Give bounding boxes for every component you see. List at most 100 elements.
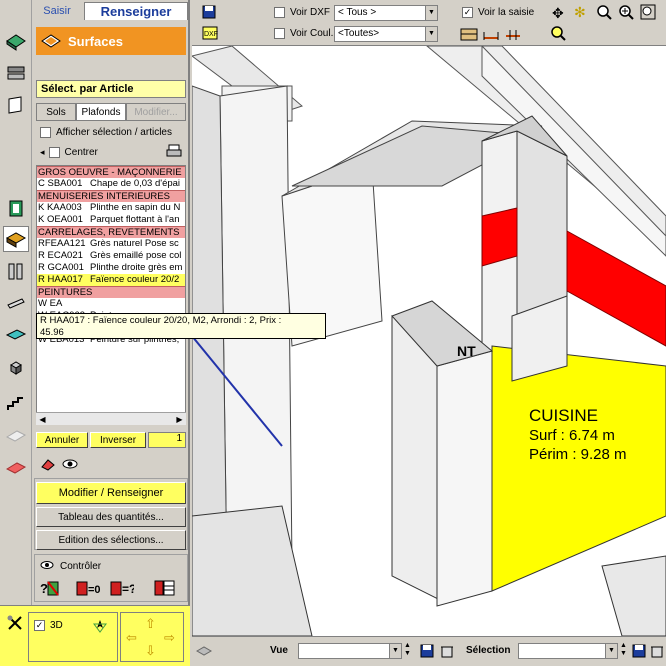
compass-icon[interactable] bbox=[92, 618, 108, 637]
list-category[interactable]: PEINTURES bbox=[37, 286, 185, 298]
eye-icon[interactable] bbox=[62, 457, 78, 474]
zoom-window-icon[interactable] bbox=[640, 4, 656, 23]
check-missing-icon[interactable]: ? bbox=[40, 579, 60, 600]
zoom-in-icon[interactable] bbox=[618, 4, 634, 23]
surface-tool-icon[interactable] bbox=[3, 28, 29, 54]
zoom-extents-icon[interactable] bbox=[550, 25, 566, 44]
list-category[interactable]: CARRELAGES, REVETEMENTS bbox=[37, 226, 185, 238]
color-select[interactable]: <Toutes> ▼ bbox=[334, 26, 438, 42]
list-item[interactable]: R HAA017 Faïence couleur 20/2 bbox=[37, 274, 185, 286]
panel-tool-icon[interactable] bbox=[3, 92, 29, 118]
select-mode-dropdown[interactable]: Sélect. par Article bbox=[36, 80, 186, 98]
show-selection-checkbox[interactable] bbox=[40, 127, 51, 138]
nav-up-arrow-icon[interactable]: ⇧ bbox=[145, 616, 156, 632]
vue-spinner-icon[interactable]: ▲ ▼ bbox=[404, 642, 411, 658]
chevron-down-icon[interactable]: ▼ bbox=[605, 644, 617, 658]
center-row[interactable]: ◂ Centrer bbox=[40, 144, 182, 158]
tab-saisir[interactable]: Saisir bbox=[32, 2, 82, 20]
column-tool-icon[interactable] bbox=[3, 258, 29, 284]
star-icon[interactable]: ✻ bbox=[574, 4, 586, 21]
view-3d-checkbox[interactable]: ✓ bbox=[34, 620, 45, 631]
print-icon[interactable] bbox=[166, 144, 182, 161]
scroll-right-arrow-icon[interactable]: ▶ bbox=[173, 413, 186, 425]
show-selection-row[interactable]: Afficher sélection / articles bbox=[40, 127, 172, 138]
save-view-icon[interactable] bbox=[420, 644, 434, 661]
table-icon[interactable] bbox=[460, 26, 478, 45]
voir-saisie-checkbox[interactable]: ✓ bbox=[462, 7, 473, 18]
tab-plafonds[interactable]: Plafonds bbox=[76, 103, 126, 121]
section-title: Surfaces bbox=[68, 33, 123, 49]
cube-tool-icon[interactable] bbox=[3, 355, 29, 381]
delete-view-icon[interactable] bbox=[440, 644, 454, 661]
selection-spinner-icon[interactable]: ▲ ▼ bbox=[620, 642, 627, 658]
layers-tool-icon[interactable] bbox=[3, 60, 29, 86]
pan-icon[interactable]: ✥ bbox=[552, 5, 564, 22]
chevron-down-icon[interactable]: ▼ bbox=[425, 6, 437, 20]
3d-viewport[interactable]: NT CUISINE Surf : 6.74 m Périm : 9.28 m bbox=[192, 46, 666, 636]
article-description: Faïence couleur 20/2 bbox=[90, 274, 180, 285]
tableau-quantites-button[interactable]: Tableau des quantités... bbox=[36, 507, 186, 527]
nav-down-arrow-icon[interactable]: ⇩ bbox=[145, 643, 156, 659]
zoom-icon[interactable] bbox=[596, 4, 612, 23]
annuler-button[interactable]: Annuler bbox=[36, 432, 88, 448]
roof-tool-icon[interactable] bbox=[3, 422, 29, 448]
article-description: Plinthe droite grès em bbox=[90, 262, 183, 273]
eraser-icon[interactable] bbox=[40, 457, 56, 474]
vue-label: Vue bbox=[270, 645, 288, 656]
voir-dxf-row[interactable]: Voir DXF bbox=[274, 7, 330, 18]
list-category[interactable]: GROS OEUVRE - MAÇONNERIE bbox=[37, 166, 185, 178]
chevron-down-icon[interactable]: ▼ bbox=[425, 27, 437, 41]
beam-tool-icon[interactable] bbox=[3, 290, 29, 316]
inverser-button[interactable]: Inverser bbox=[90, 432, 146, 448]
view-3d-row[interactable]: ✓ 3D bbox=[34, 620, 63, 631]
voir-coul-checkbox[interactable] bbox=[274, 28, 285, 39]
voir-dxf-checkbox[interactable] bbox=[274, 7, 285, 18]
list-item[interactable]: R GCA001 Plinthe droite grès em bbox=[37, 262, 185, 274]
door-tool-icon[interactable] bbox=[3, 195, 29, 221]
list-item[interactable]: C SBA001 Chape de 0,03 d'épai bbox=[37, 178, 185, 190]
article-code: W EA bbox=[38, 298, 63, 309]
dxf-export-icon[interactable]: DXF bbox=[202, 26, 218, 43]
list-horizontal-scrollbar[interactable]: ◀ ▶ bbox=[36, 412, 186, 425]
list-item[interactable]: K KAA003 Plinthe en sapin du N bbox=[37, 202, 185, 214]
tab-renseigner[interactable]: Renseigner bbox=[84, 2, 188, 20]
save-selection-icon[interactable] bbox=[632, 644, 646, 661]
zero-quantity-icon[interactable]: =0 bbox=[76, 579, 101, 600]
nav-right-arrow-icon[interactable]: ⇨ bbox=[164, 630, 175, 646]
selection-select[interactable]: ▼ bbox=[518, 643, 618, 659]
voir-coul-row[interactable]: Voir Coul. bbox=[274, 28, 333, 39]
save-icon[interactable] bbox=[202, 5, 216, 22]
tools-icon[interactable] bbox=[6, 614, 24, 635]
vue-select[interactable]: ▼ bbox=[298, 643, 402, 659]
tab-modifier[interactable]: Modifier... bbox=[126, 103, 186, 121]
dxf-layer-select[interactable]: < Tous > ▼ bbox=[334, 5, 438, 21]
voir-saisie-row[interactable]: ✓ Voir la saisie bbox=[462, 7, 534, 18]
article-list[interactable]: GROS OEUVRE - MAÇONNERIE C SBA001 Chape de… bbox=[36, 165, 186, 425]
unknown-quantity-icon[interactable]: =? bbox=[110, 579, 136, 600]
layers-icon[interactable] bbox=[195, 644, 213, 661]
3d-model-canvas[interactable]: NT CUISINE Surf : 6.74 m Périm : 9.28 m bbox=[192, 46, 666, 636]
view-3d-label: 3D bbox=[50, 620, 63, 631]
article-code: C SBA001 bbox=[38, 178, 83, 189]
room-tool-icon[interactable] bbox=[3, 226, 29, 252]
scroll-left-arrow-icon[interactable]: ◀ bbox=[36, 413, 49, 425]
edition-selections-button[interactable]: Edition des sélections... bbox=[36, 530, 186, 550]
floor-red-tool-icon[interactable] bbox=[3, 454, 29, 480]
tab-sols[interactable]: Sols bbox=[36, 103, 76, 121]
list-category[interactable]: MENUISERIES INTERIEURES bbox=[37, 190, 185, 202]
measure-icon[interactable] bbox=[482, 26, 500, 45]
delete-selection-icon[interactable] bbox=[650, 644, 664, 661]
stairs-tool-icon[interactable] bbox=[3, 390, 29, 416]
center-checkbox[interactable] bbox=[48, 147, 60, 158]
list-item[interactable]: K OEA001 Parquet flottant à l'an bbox=[37, 214, 185, 226]
chevron-down-icon[interactable]: ▼ bbox=[389, 644, 401, 658]
list-item[interactable]: R ECA021 Grès emaillé pose col bbox=[37, 250, 185, 262]
dimension-icon[interactable] bbox=[504, 26, 522, 45]
list-item[interactable]: RFEAA121 Grès naturel Pose sc bbox=[37, 238, 185, 250]
nav-left-arrow-icon[interactable]: ⇦ bbox=[126, 630, 137, 646]
list-item[interactable]: W EA bbox=[37, 298, 185, 310]
table-report-icon[interactable] bbox=[154, 579, 176, 600]
surface-subtabs: Sols Plafonds Modifier... bbox=[36, 103, 186, 121]
modifier-renseigner-button[interactable]: Modifier / Renseigner bbox=[36, 482, 186, 504]
slab-tool-icon[interactable] bbox=[3, 322, 29, 348]
